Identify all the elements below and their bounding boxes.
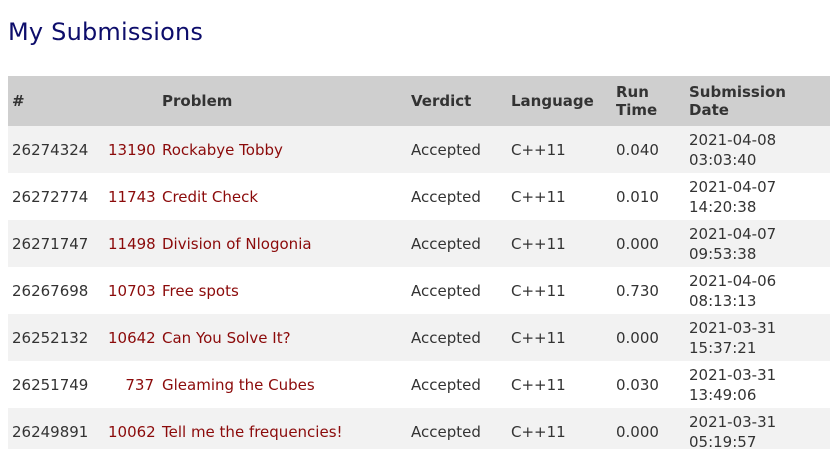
problem-id-cell: 10703	[104, 267, 156, 314]
problem-name-cell: Free spots	[154, 267, 407, 314]
problem-id-link[interactable]: 10642	[108, 329, 156, 347]
column-header-submission-date[interactable]: Submission Date	[685, 76, 830, 126]
submission-time: 08:13:13	[689, 291, 757, 310]
problem-name-cell: Rockabye Tobby	[154, 126, 407, 173]
submission-time: 09:53:38	[689, 244, 757, 263]
submission-date-cell: 2021-03-31 15:37:21	[685, 314, 830, 361]
problem-name-link[interactable]: Rockabye Tobby	[162, 141, 283, 159]
table-row: 26274324 13190 Rockabye Tobby Accepted C…	[8, 126, 830, 173]
verdict: Accepted	[407, 267, 507, 314]
column-header-id[interactable]: #	[8, 76, 104, 126]
table-header-row: # Problem Verdict Language Run Time Subm…	[8, 76, 830, 126]
submission-date: 2021-04-06	[689, 271, 777, 290]
submission-id: 26249891	[8, 408, 104, 449]
column-header-problem-id	[104, 76, 154, 126]
column-header-run-time[interactable]: Run Time	[612, 76, 685, 126]
submission-id: 26252132	[8, 314, 104, 361]
run-time: 0.000	[612, 314, 685, 361]
problem-name-cell: Gleaming the Cubes	[154, 361, 407, 408]
verdict: Accepted	[407, 126, 507, 173]
run-time: 0.030	[612, 361, 685, 408]
submission-date-cell: 2021-04-06 08:13:13	[685, 267, 830, 314]
submission-date: 2021-04-07	[689, 224, 777, 243]
problem-id-cell: 10062	[104, 408, 156, 449]
table-row: 26252132 10642 Can You Solve It? Accepte…	[8, 314, 830, 361]
language: C++11	[507, 267, 612, 314]
language: C++11	[507, 314, 612, 361]
submission-time: 14:20:38	[689, 197, 757, 216]
language: C++11	[507, 361, 612, 408]
problem-name-link[interactable]: Gleaming the Cubes	[162, 376, 315, 394]
submission-id: 26251749	[8, 361, 104, 408]
problem-id-link[interactable]: 10703	[108, 282, 156, 300]
verdict: Accepted	[407, 361, 507, 408]
submission-date-cell: 2021-04-07 09:53:38	[685, 220, 830, 267]
table-row: 26251749 737 Gleaming the Cubes Accepted…	[8, 361, 830, 408]
problem-id-link[interactable]: 11498	[108, 235, 156, 253]
run-time: 0.010	[612, 173, 685, 220]
verdict: Accepted	[407, 173, 507, 220]
submission-date: 2021-04-07	[689, 177, 777, 196]
verdict: Accepted	[407, 314, 507, 361]
submission-date-cell: 2021-03-31 13:49:06	[685, 361, 830, 408]
submission-time: 15:37:21	[689, 338, 757, 357]
run-time: 0.730	[612, 267, 685, 314]
page-title: My Submissions	[8, 18, 204, 46]
submission-id: 26267698	[8, 267, 104, 314]
submission-date: 2021-04-08	[689, 130, 777, 149]
problem-name-link[interactable]: Can You Solve It?	[162, 329, 291, 347]
submission-date: 2021-03-31	[689, 365, 777, 384]
submission-id: 26272774	[8, 173, 104, 220]
submission-id: 26274324	[8, 126, 104, 173]
problem-name-link[interactable]: Credit Check	[162, 188, 258, 206]
submission-time: 05:19:57	[689, 432, 757, 449]
problem-name-link[interactable]: Division of Nlogonia	[162, 235, 312, 253]
problem-id-cell: 737	[104, 361, 154, 408]
submission-time: 03:03:40	[689, 150, 757, 169]
table-row: 26249891 10062 Tell me the frequencies! …	[8, 408, 830, 449]
problem-id-link[interactable]: 10062	[108, 423, 156, 441]
language: C++11	[507, 220, 612, 267]
verdict: Accepted	[407, 220, 507, 267]
problem-name-cell: Division of Nlogonia	[154, 220, 407, 267]
problem-id-link[interactable]: 737	[125, 376, 154, 394]
problem-name-link[interactable]: Free spots	[162, 282, 239, 300]
problem-name-cell: Credit Check	[154, 173, 407, 220]
column-header-problem[interactable]: Problem	[154, 76, 407, 126]
run-time: 0.000	[612, 408, 685, 449]
submission-time: 13:49:06	[689, 385, 757, 404]
table-row: 26267698 10703 Free spots Accepted C++11…	[8, 267, 830, 314]
column-header-language[interactable]: Language	[507, 76, 612, 126]
submissions-page: My Submissions # Problem Verdict Languag…	[0, 0, 839, 449]
table-row: 26271747 11498 Division of Nlogonia Acce…	[8, 220, 830, 267]
run-time: 0.040	[612, 126, 685, 173]
problem-name-link[interactable]: Tell me the frequencies!	[162, 423, 343, 441]
language: C++11	[507, 173, 612, 220]
submission-date: 2021-03-31	[689, 412, 777, 431]
problem-name-cell: Can You Solve It?	[154, 314, 407, 361]
problem-id-cell: 11498	[104, 220, 156, 267]
problem-id-cell: 13190	[104, 126, 156, 173]
submissions-table: # Problem Verdict Language Run Time Subm…	[8, 76, 830, 449]
problem-id-cell: 10642	[104, 314, 156, 361]
column-header-verdict[interactable]: Verdict	[407, 76, 507, 126]
language: C++11	[507, 126, 612, 173]
submission-date-cell: 2021-04-07 14:20:38	[685, 173, 830, 220]
language: C++11	[507, 408, 612, 449]
verdict: Accepted	[407, 408, 507, 449]
submission-date-cell: 2021-04-08 03:03:40	[685, 126, 830, 173]
problem-name-cell: Tell me the frequencies!	[154, 408, 407, 449]
problem-id-cell: 11743	[104, 173, 156, 220]
submission-date-cell: 2021-03-31 05:19:57	[685, 408, 830, 449]
run-time: 0.000	[612, 220, 685, 267]
submission-id: 26271747	[8, 220, 104, 267]
submission-date: 2021-03-31	[689, 318, 777, 337]
problem-id-link[interactable]: 13190	[108, 141, 156, 159]
table-row: 26272774 11743 Credit Check Accepted C++…	[8, 173, 830, 220]
problem-id-link[interactable]: 11743	[108, 188, 156, 206]
